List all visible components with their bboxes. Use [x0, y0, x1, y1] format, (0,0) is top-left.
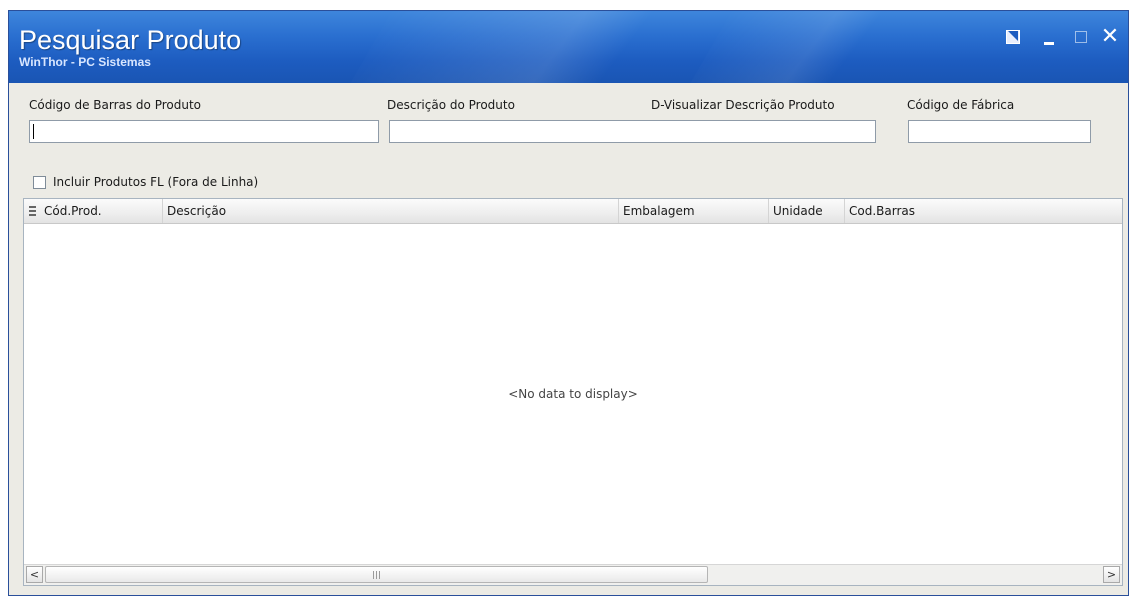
view-description-label: D-Visualizar Descrição Produto	[651, 98, 835, 112]
restore-icon[interactable]	[1003, 27, 1023, 47]
empty-grid-message: <No data to display>	[508, 387, 638, 401]
column-header-cod-barras[interactable]: Cod.Barras	[845, 199, 1122, 223]
scrollbar-thumb[interactable]	[45, 566, 708, 583]
include-fl-checkbox[interactable]	[33, 176, 46, 189]
factory-code-input[interactable]	[908, 120, 1091, 143]
close-icon[interactable]: ✕	[1100, 26, 1120, 48]
scroll-left-icon[interactable]: <	[26, 566, 43, 583]
window-title: Pesquisar Produto	[19, 25, 242, 55]
description-input[interactable]	[389, 120, 876, 143]
minimize-icon[interactable]	[1040, 27, 1060, 47]
text-caret	[33, 124, 34, 139]
column-header-descricao[interactable]: Descrição	[163, 199, 619, 223]
maximize-icon[interactable]	[1071, 27, 1091, 47]
barcode-label: Código de Barras do Produto	[29, 98, 202, 112]
product-results-grid: Cód.Prod. Descrição Embalagem Unidade Co…	[23, 198, 1123, 586]
column-header-unidade[interactable]: Unidade	[769, 199, 845, 223]
title-bar[interactable]: Pesquisar Produto WinThor - PC Sistemas …	[9, 11, 1128, 83]
include-fl-label: Incluir Produtos FL (Fora de Linha)	[53, 175, 259, 189]
column-header-cod-prod[interactable]: Cód.Prod.	[24, 199, 163, 223]
grip-icon	[372, 571, 381, 579]
column-customize-icon[interactable]	[29, 206, 36, 216]
scroll-right-icon[interactable]: >	[1103, 566, 1120, 583]
description-label: Descrição do Produto	[387, 98, 515, 112]
column-header-label: Cód.Prod.	[44, 204, 102, 218]
column-header-embalagem[interactable]: Embalagem	[619, 199, 769, 223]
horizontal-scrollbar[interactable]: < >	[24, 564, 1122, 585]
barcode-input[interactable]	[29, 120, 379, 143]
factory-code-label: Código de Fábrica	[907, 98, 1015, 112]
grid-header: Cód.Prod. Descrição Embalagem Unidade Co…	[24, 199, 1122, 224]
pesquisar-produto-window: Pesquisar Produto WinThor - PC Sistemas …	[8, 10, 1129, 596]
window-subtitle: WinThor - PC Sistemas	[19, 55, 151, 69]
